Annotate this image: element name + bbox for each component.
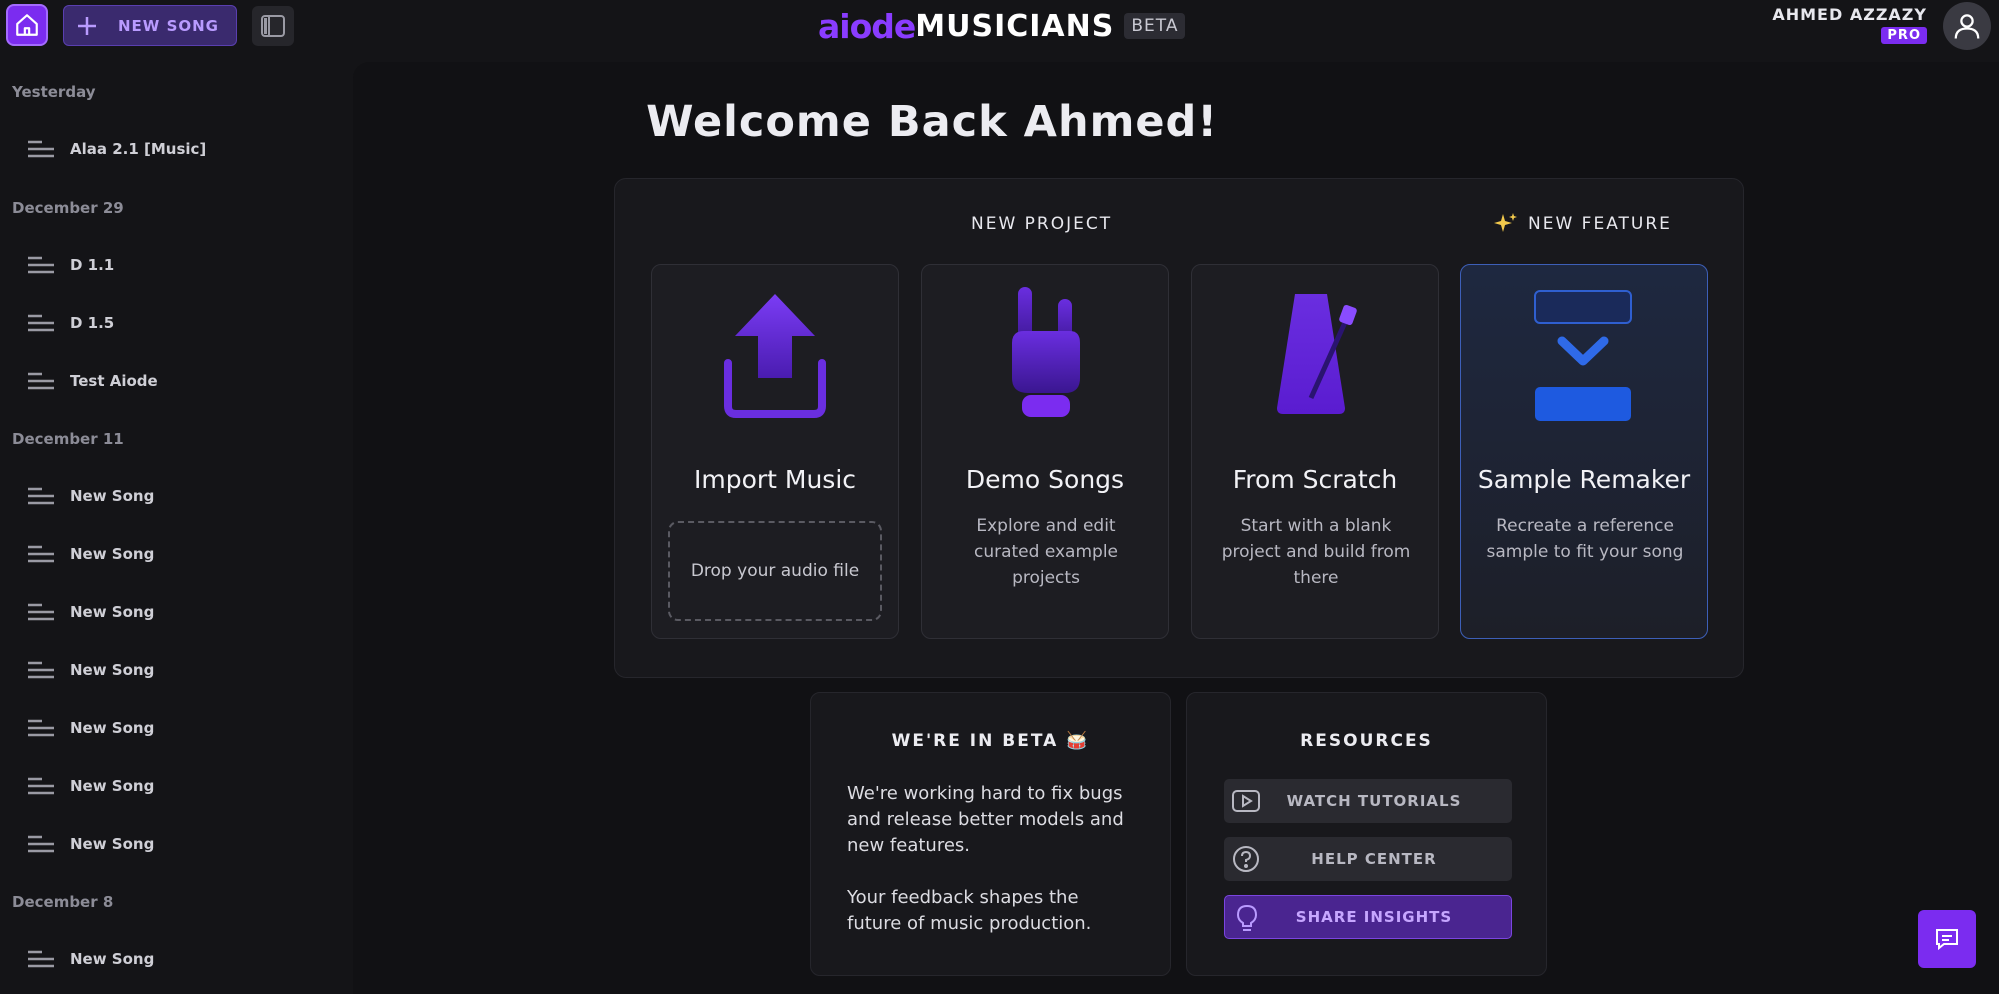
card-title: Import Music — [693, 465, 857, 494]
card-description: Recreate a reference sample to fit your … — [1486, 516, 1684, 562]
sparkles-icon — [1494, 213, 1517, 232]
beta-panel: WE'RE IN BETA 🥁 We're working hard to fi… — [810, 692, 1171, 976]
sidebar-item-label: New Song — [70, 719, 155, 737]
sidebar-item[interactable]: New Song — [28, 542, 154, 566]
card-description: Explore and edit curated example project… — [973, 516, 1119, 588]
card-description: Start with a blank project and build fro… — [1221, 516, 1411, 588]
sidebar-item[interactable]: New Song — [28, 774, 154, 798]
sidebar-item-label: Alaa 2.1 [Music] — [70, 140, 207, 158]
chat-button[interactable] — [1918, 910, 1976, 968]
sidebar-item[interactable]: New Song — [28, 484, 154, 508]
new-feature-label: NEW FEATURE — [1494, 212, 1672, 236]
logo-aiode: aiode — [818, 6, 916, 46]
metronome-icon — [1255, 293, 1375, 414]
logo-musicians: MUSICIANS — [915, 8, 1115, 44]
remake-icon — [1524, 290, 1644, 421]
song-lines-icon — [28, 487, 54, 505]
sidebar-item-label: New Song — [70, 777, 155, 795]
card-title: Sample Remaker — [1477, 465, 1691, 494]
sidebar-item[interactable]: Alaa 2.1 [Music] — [28, 137, 206, 161]
sidebar-item-label: New Song — [70, 950, 155, 968]
sidebar-group-label: December 29 — [12, 199, 124, 217]
song-lines-icon — [28, 372, 54, 390]
sidebar-item[interactable]: New Song — [28, 947, 154, 971]
audio-dropzone[interactable]: Drop your audio file — [668, 521, 882, 621]
song-lines-icon — [28, 603, 54, 621]
new-project-label: NEW PROJECT — [971, 214, 1113, 234]
user-icon — [1954, 14, 1980, 39]
song-lines-icon — [28, 661, 54, 679]
import-music-card[interactable]: Import Music Drop your audio file — [651, 264, 899, 639]
sidebar-item[interactable]: New Song — [28, 600, 154, 624]
sidebar-item[interactable]: New Song — [28, 832, 154, 856]
avatar[interactable] — [1943, 2, 1991, 50]
sidebar-item-label: New Song — [70, 661, 155, 679]
beta-panel-title: WE'RE IN BETA 🥁 — [891, 731, 1090, 751]
sidebar-item[interactable]: Test Aiode — [28, 369, 158, 393]
resources-title: RESOURCES — [1300, 731, 1433, 751]
upload-icon — [715, 293, 835, 418]
sidebar-item-label: D 1.5 — [70, 314, 115, 332]
resources-panel: RESOURCES WATCH TUTORIALS HELP CENTER SH… — [1186, 692, 1547, 976]
sidebar-item-label: New Song — [70, 545, 155, 563]
share-insights-button[interactable]: SHARE INSIGHTS — [1224, 895, 1512, 939]
song-lines-icon — [28, 256, 54, 274]
sidebar-item[interactable]: New Song — [28, 658, 154, 682]
sidebar-item-label: New Song — [70, 835, 155, 853]
beta-paragraph-1: We're working hard to fix bugs and relea… — [847, 783, 1124, 856]
top-bar: NEW SONG aiode MUSICIANS BETA AHMED AZZA… — [0, 0, 1999, 52]
sidebar-item-label: Test Aiode — [70, 372, 158, 390]
watch-tutorials-label: WATCH TUTORIALS — [1286, 792, 1462, 810]
sidebar-group-label: December 11 — [12, 430, 124, 448]
sidebar-panel-icon — [261, 15, 285, 37]
beta-paragraph-2: Your feedback shapes the future of music… — [847, 887, 1092, 934]
sidebar-item[interactable]: D 1.5 — [28, 311, 114, 335]
card-title: From Scratch — [1232, 465, 1398, 494]
song-lines-icon — [28, 545, 54, 563]
song-lines-icon — [28, 950, 54, 968]
sidebar-item[interactable]: New Song — [28, 716, 154, 740]
sidebar-item-label: D 1.1 — [70, 256, 115, 274]
new-song-button[interactable]: NEW SONG — [63, 5, 237, 46]
song-lines-icon — [28, 777, 54, 795]
sidebar-group-label: Yesterday — [12, 83, 96, 101]
sidebar-item-label: New Song — [70, 487, 155, 505]
new-song-label: NEW SONG — [118, 16, 219, 35]
home-button[interactable] — [6, 4, 48, 46]
beta-panel-text: We're working hard to fix bugs and relea… — [847, 781, 1137, 937]
new-feature-text: NEW FEATURE — [1528, 214, 1672, 234]
demo-songs-card[interactable]: Demo Songs Explore and edit curated exam… — [921, 264, 1169, 639]
sample-remaker-card[interactable]: Sample Remaker Recreate a reference samp… — [1460, 264, 1708, 639]
plan-badge: PRO — [1881, 27, 1927, 44]
chat-icon — [1936, 929, 1958, 951]
lightbulb-icon — [1233, 904, 1261, 932]
sidebar-item-label: New Song — [70, 603, 155, 621]
rock-hand-icon — [985, 287, 1105, 417]
help-center-label: HELP CENTER — [1311, 850, 1437, 868]
play-video-icon — [1232, 787, 1260, 815]
sidebar-group-label: December 8 — [12, 893, 114, 911]
song-lines-icon — [28, 719, 54, 737]
song-lines-icon — [28, 835, 54, 853]
user-name: AHMED AZZAZY — [1772, 5, 1927, 24]
song-lines-icon — [28, 314, 54, 332]
share-insights-label: SHARE INSIGHTS — [1295, 908, 1453, 926]
song-lines-icon — [28, 140, 54, 158]
card-title: Demo Songs — [965, 465, 1125, 494]
sidebar-item[interactable]: D 1.1 — [28, 253, 114, 277]
help-center-button[interactable]: HELP CENTER — [1224, 837, 1512, 881]
watch-tutorials-button[interactable]: WATCH TUTORIALS — [1224, 779, 1512, 823]
sidebar: Yesterday Alaa 2.1 [Music] December 29 D… — [0, 52, 352, 994]
help-circle-icon — [1232, 845, 1260, 873]
beta-badge: BETA — [1124, 13, 1186, 39]
sidebar-toggle-button[interactable] — [252, 6, 294, 46]
app-logo[interactable]: aiode MUSICIANS BETA — [818, 6, 1186, 46]
plus-icon — [78, 16, 96, 35]
from-scratch-card[interactable]: From Scratch Start with a blank project … — [1191, 264, 1439, 639]
welcome-heading: Welcome Back Ahmed! — [646, 97, 1218, 147]
home-icon — [16, 14, 38, 36]
